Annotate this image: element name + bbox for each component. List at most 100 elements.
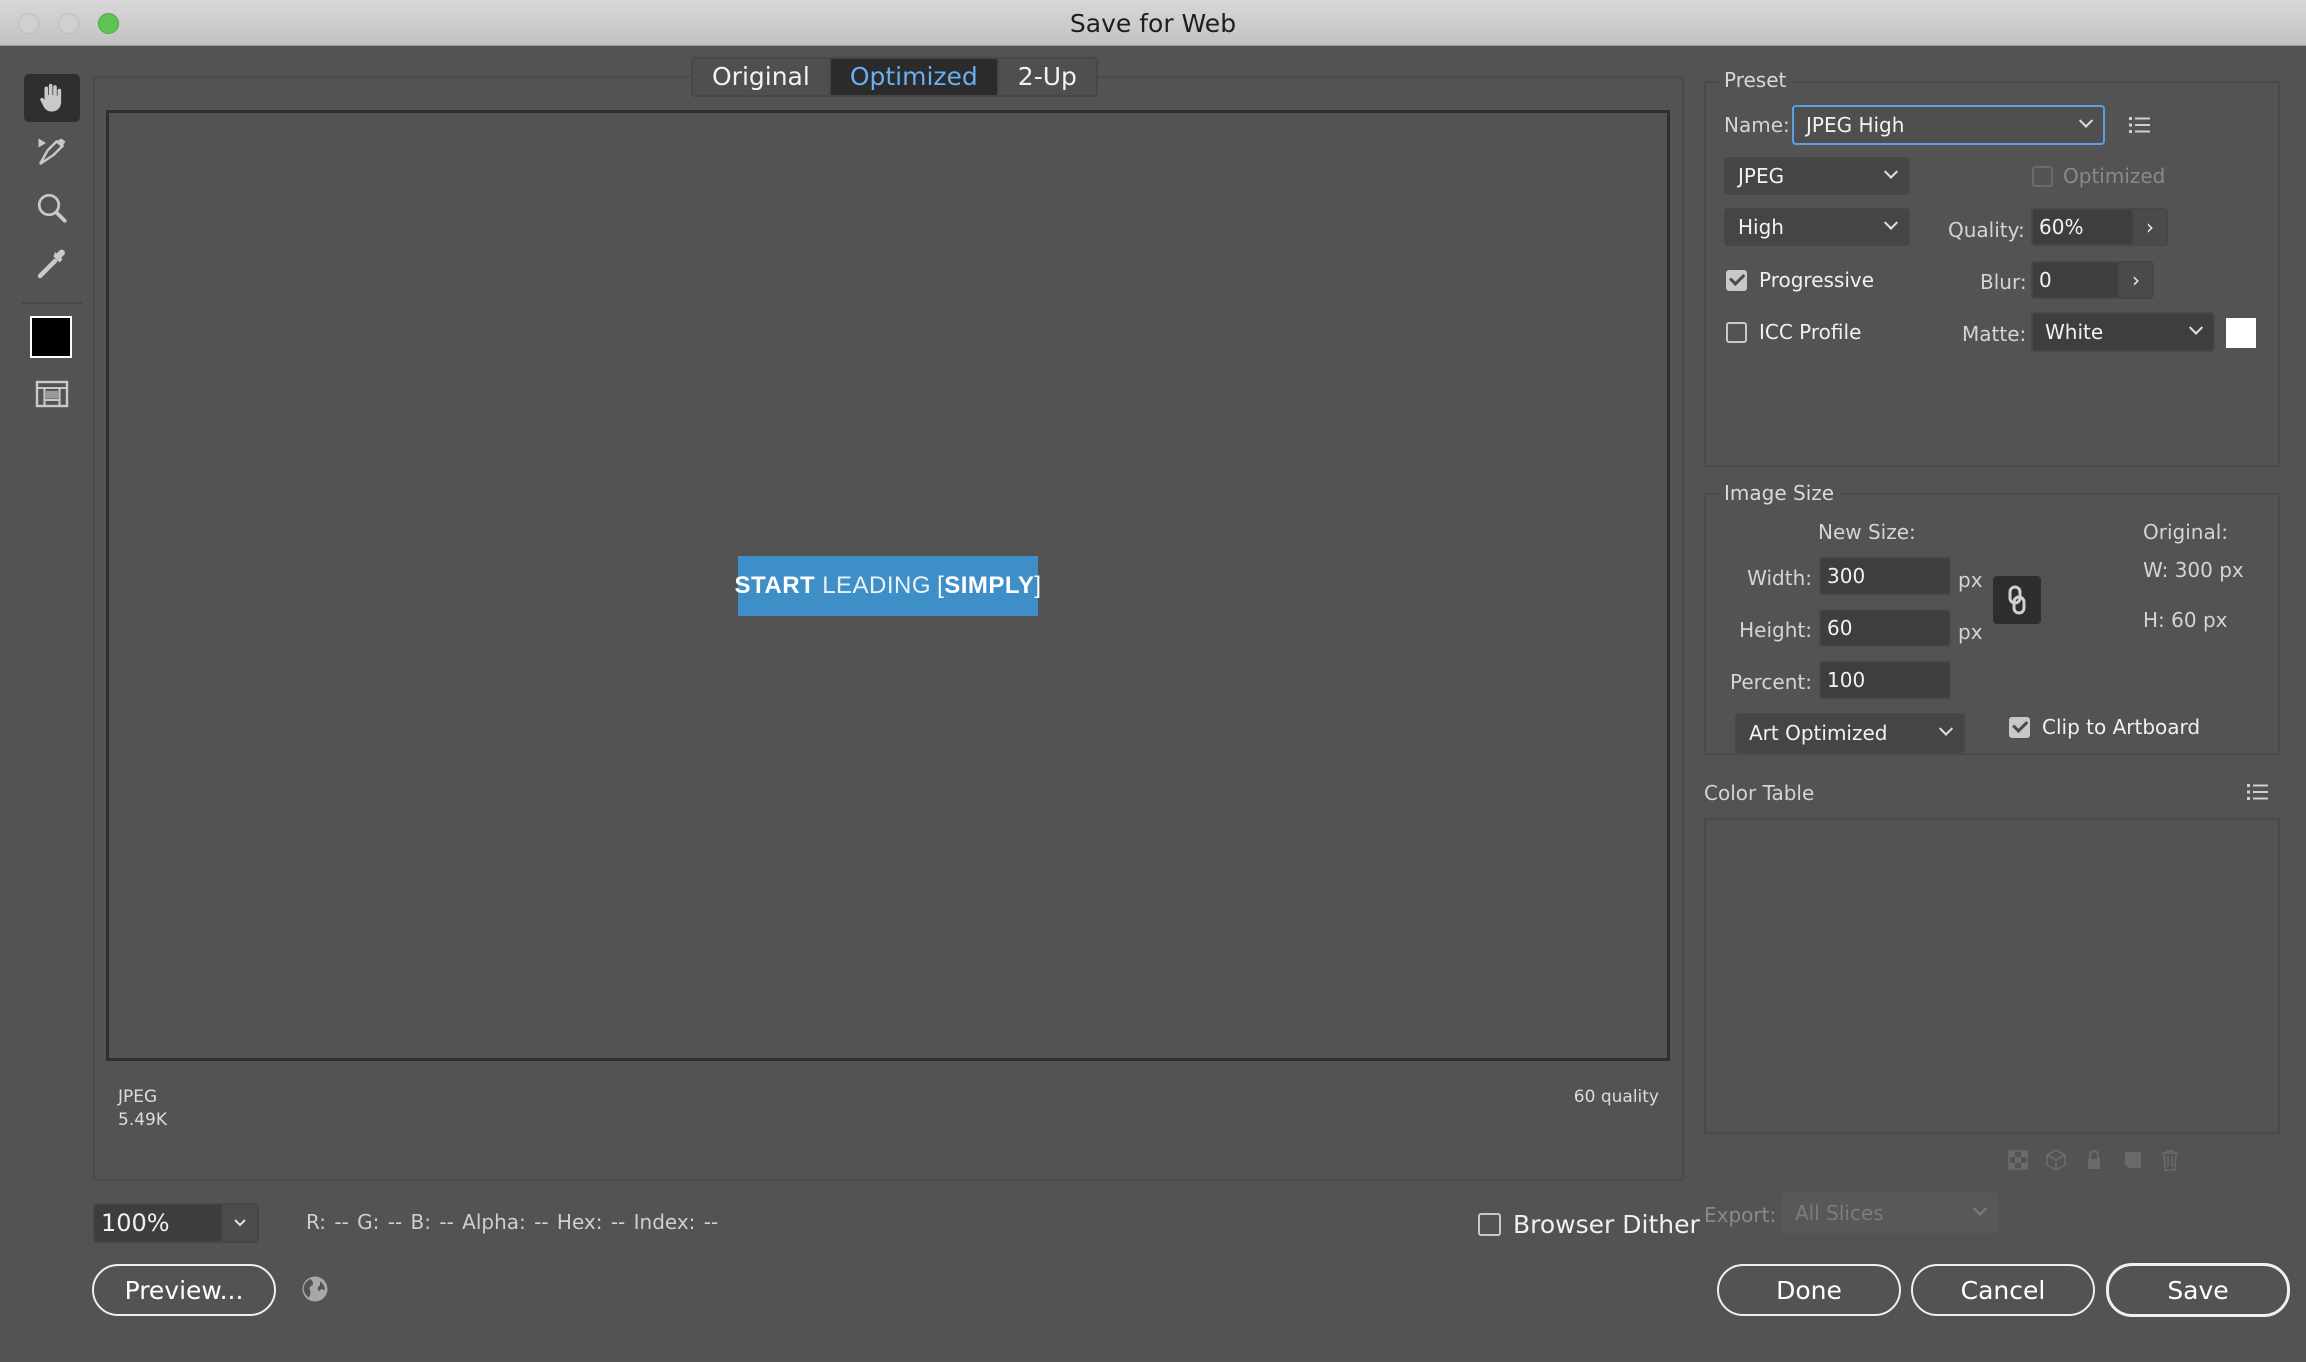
optimized-box[interactable]	[2032, 165, 2053, 187]
save-button[interactable]: Save	[2106, 1263, 2290, 1317]
chevron-down-icon	[1883, 215, 1899, 230]
export-slices-value: All Slices	[1795, 1201, 1884, 1225]
banner-bracket-open: [	[937, 572, 945, 599]
original-size-label: Original:	[2143, 520, 2228, 544]
tab-2-up[interactable]: 2-Up	[999, 59, 1096, 95]
image-size-group-title: Image Size	[1718, 481, 1841, 505]
zoom-level-value: 100%	[101, 1209, 170, 1237]
optimized-checkbox[interactable]: Optimized	[2032, 164, 2165, 188]
preset-name-value: JPEG High	[1806, 113, 1905, 137]
quality-label: Quality:	[1948, 218, 2025, 242]
eyedropper-tool[interactable]	[24, 240, 80, 288]
browser-dither-checkbox[interactable]: Browser Dither	[1478, 1210, 1700, 1239]
icc-profile-box[interactable]	[1726, 321, 1747, 343]
quality-value: 60%	[2039, 215, 2084, 239]
banner-word-start: START	[734, 572, 816, 599]
height-value: 60	[1827, 616, 1853, 640]
percent-value: 100	[1827, 668, 1866, 692]
export-label: Export:	[1704, 1203, 1777, 1227]
compression-quality-select[interactable]: High	[1724, 208, 1910, 246]
color-table-title: Color Table	[1704, 781, 1815, 805]
width-label: Width:	[1747, 566, 1812, 590]
preview-button[interactable]: Preview...	[92, 1264, 276, 1316]
color-table-list[interactable]	[1704, 818, 2280, 1134]
done-button[interactable]: Done	[1717, 1264, 1901, 1316]
matte-label: Matte:	[1962, 322, 2027, 346]
web-snap-cube-icon[interactable]	[2045, 1148, 2067, 1172]
blur-label: Blur:	[1980, 270, 2027, 294]
chevron-down-icon	[1972, 1201, 1988, 1216]
quality-field[interactable]: 60% ›	[2031, 208, 2168, 246]
slice-select-tool[interactable]	[24, 128, 80, 176]
browser-dither-box[interactable]	[1478, 1213, 1501, 1236]
banner-word-leading: LEADING	[822, 572, 932, 599]
width-unit: px	[1958, 568, 1983, 592]
slice-select-icon	[38, 138, 66, 165]
preview-browser-select[interactable]	[300, 1274, 330, 1304]
file-format-select[interactable]: JPEG	[1724, 157, 1910, 195]
preset-name-select[interactable]: JPEG High	[1792, 105, 2105, 145]
toggle-slices-visibility-tool[interactable]	[24, 370, 80, 418]
resample-quality-value: Art Optimized	[1749, 721, 1888, 745]
new-color-icon[interactable]	[2121, 1148, 2143, 1172]
magnifier-icon	[37, 193, 67, 223]
height-label: Height:	[1739, 618, 1812, 642]
window-title: Save for Web	[1069, 9, 1237, 38]
lock-icon[interactable]	[2083, 1148, 2105, 1172]
height-field[interactable]: 60	[1819, 609, 1951, 647]
zoom-tool[interactable]	[24, 184, 80, 232]
constrain-proportions-button[interactable]	[1993, 576, 2041, 624]
tab-original[interactable]: Original	[693, 59, 831, 95]
clip-to-artboard-box[interactable]	[2009, 716, 2030, 738]
matte-color-swatch[interactable]	[2226, 318, 2256, 348]
chevron-down-icon	[2188, 320, 2204, 335]
file-format-value: JPEG	[1738, 164, 1785, 188]
clip-to-artboard-checkbox[interactable]: Clip to Artboard	[2009, 715, 2200, 739]
trash-icon[interactable]	[2159, 1148, 2181, 1172]
icc-profile-checkbox[interactable]: ICC Profile	[1726, 320, 1861, 344]
pixel-info-readout: R: -- G: -- B: -- Alpha: -- Hex: -- Inde…	[306, 1210, 719, 1234]
blur-field[interactable]: 0 ›	[2031, 261, 2154, 299]
eyedropper-color-swatch[interactable]	[30, 316, 72, 358]
percent-label: Percent:	[1730, 670, 1812, 694]
quality-slider-button[interactable]: ›	[2132, 210, 2166, 244]
matte-value: White	[2045, 320, 2104, 344]
blur-slider-button[interactable]: ›	[2118, 263, 2152, 297]
chevron-down-icon	[1938, 721, 1954, 736]
preset-menu-button[interactable]	[2128, 115, 2152, 140]
list-menu-icon	[2247, 784, 2268, 800]
compression-quality-value: High	[1738, 215, 1784, 239]
zoom-level-select[interactable]: 100%	[93, 1203, 259, 1243]
progressive-checkbox[interactable]: Progressive	[1726, 268, 1874, 292]
original-height: H: 60 px	[2143, 608, 2228, 632]
preview-file-size: 5.49K	[118, 1110, 167, 1130]
list-menu-icon	[2129, 117, 2150, 133]
export-slices-select[interactable]: All Slices	[1781, 1192, 1999, 1234]
hand-tool[interactable]	[24, 74, 80, 122]
width-value: 300	[1827, 564, 1866, 588]
banner-bracket-close: ]	[1034, 572, 1042, 599]
transparency-icon[interactable]	[2007, 1148, 2029, 1172]
hand-icon	[40, 83, 62, 112]
cancel-button[interactable]: Cancel	[1911, 1264, 2095, 1316]
blur-value: 0	[2039, 268, 2052, 292]
preview-format: JPEG	[118, 1087, 158, 1107]
width-field[interactable]: 300	[1819, 557, 1951, 595]
tab-optimized[interactable]: Optimized	[830, 59, 999, 95]
height-unit: px	[1958, 620, 1983, 644]
color-table-menu-button[interactable]	[2246, 782, 2270, 807]
resample-quality-select[interactable]: Art Optimized	[1735, 713, 1965, 753]
preset-group-title: Preset	[1718, 68, 1793, 92]
globe-icon	[302, 1276, 328, 1302]
progressive-box[interactable]	[1726, 269, 1747, 291]
chevron-down-icon	[1883, 164, 1899, 179]
color-table-actions	[2007, 1148, 2181, 1172]
percent-field[interactable]: 100	[1819, 661, 1951, 699]
new-size-label: New Size:	[1818, 520, 1916, 544]
toolbar-divider	[22, 302, 82, 304]
clip-to-artboard-label: Clip to Artboard	[2042, 715, 2201, 739]
icc-profile-label: ICC Profile	[1759, 320, 1862, 344]
matte-select[interactable]: White	[2031, 312, 2215, 352]
eyedropper-icon	[37, 249, 65, 279]
zoom-level-dropdown[interactable]	[221, 1205, 257, 1241]
